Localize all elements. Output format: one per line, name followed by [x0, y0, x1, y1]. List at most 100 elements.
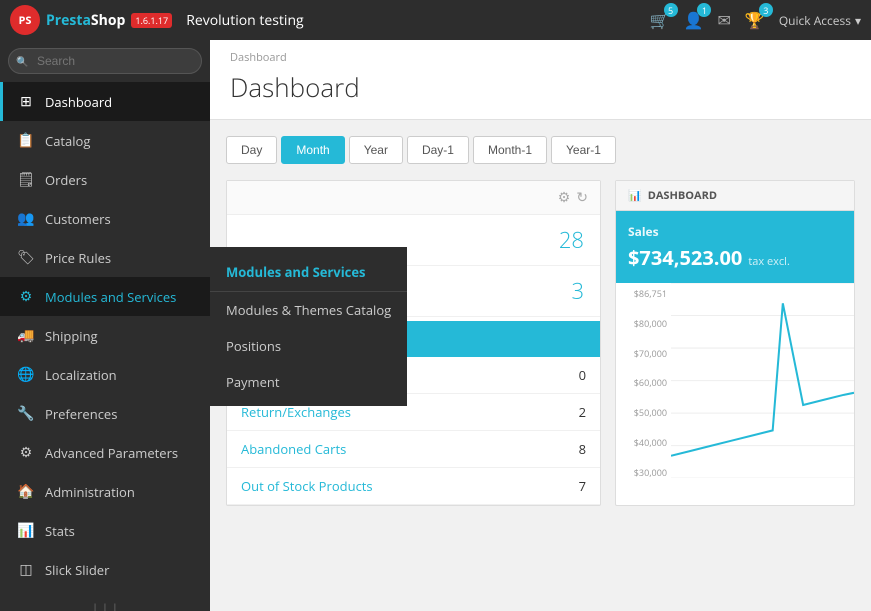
catalog-icon: 📋	[17, 131, 35, 150]
sidebar-item-stats[interactable]: 📊 Stats	[0, 511, 210, 550]
sales-label: Sales	[628, 223, 842, 240]
mail-icon: ✉	[717, 9, 730, 31]
sidebar-item-administration[interactable]: 🏠 Administration	[0, 472, 210, 511]
card-actions: ⚙ ↻	[558, 189, 588, 206]
sidebar-item-label: Catalog	[45, 132, 90, 150]
page-title: Dashboard	[230, 69, 851, 105]
y-label-3: $60,000	[620, 376, 667, 389]
pending-returns-count: 2	[579, 403, 586, 421]
tab-month-minus1[interactable]: Month-1	[473, 136, 547, 164]
y-label-1: $80,000	[620, 317, 667, 330]
breadcrumb: Dashboard	[230, 50, 851, 65]
pending-orders-count: 0	[579, 366, 586, 384]
logo-text: PrestaShop	[46, 11, 125, 30]
cart-icon-badge[interactable]: 🛒 5	[650, 9, 670, 31]
date-tabs: Day Month Year Day-1 Month-1 Year-1	[226, 136, 855, 164]
sidebar-item-label: Stats	[45, 522, 75, 540]
sidebar-item-label: Preferences	[45, 405, 117, 423]
y-label-0: $86,751	[620, 287, 667, 300]
sales-amount-box: Sales $734,523.00 tax excl.	[616, 211, 854, 283]
sidebar-item-label: Price Rules	[45, 249, 111, 267]
chevron-down-icon: ▾	[855, 12, 861, 29]
pending-stock-count: 7	[579, 477, 586, 495]
gear-button[interactable]: ⚙	[558, 189, 571, 206]
sidebar-item-label: Localization	[45, 366, 117, 384]
y-label-5: $40,000	[620, 436, 667, 449]
nav-icons: 🛒 5 👤 1 ✉ 🏆 3 Quick Access ▾	[650, 9, 861, 31]
sidebar-item-modules[interactable]: ⚙ Modules and Services	[0, 277, 210, 316]
logo: PS PrestaShop 1.6.1.17 Revolution testin…	[10, 5, 304, 35]
sidebar-item-localization[interactable]: 🌐 Localization	[0, 355, 210, 394]
tab-day-minus1[interactable]: Day-1	[407, 136, 469, 164]
sidebar-item-label: Customers	[45, 210, 111, 228]
refresh-button[interactable]: ↻	[576, 189, 588, 206]
sidebar-footer: |||	[0, 589, 210, 611]
sidebar-item-catalog[interactable]: 📋 Catalog	[0, 121, 210, 160]
sidebar-item-dashboard[interactable]: ⊞ Dashboard	[0, 82, 210, 121]
tab-day[interactable]: Day	[226, 136, 277, 164]
sales-amount: $734,523.00	[628, 244, 742, 271]
pending-row-stock: Out of Stock Products 7	[227, 468, 600, 505]
tax-excl-label: tax excl.	[748, 254, 790, 269]
submenu-item-positions[interactable]: Positions	[210, 328, 407, 364]
content-header: Dashboard Dashboard	[210, 40, 871, 120]
tab-month[interactable]: Month	[281, 136, 344, 164]
sidebar-item-price-rules[interactable]: 🏷 Price Rules	[0, 238, 210, 277]
preferences-icon: 🔧	[17, 404, 35, 423]
pending-carts-count: 8	[579, 440, 586, 458]
store-name: Revolution testing	[186, 11, 303, 30]
sidebar-item-shipping[interactable]: 🚚 Shipping	[0, 316, 210, 355]
pending-carts-link[interactable]: Abandoned Carts	[241, 440, 346, 458]
trophy-count: 3	[759, 3, 773, 17]
version-badge: 1.6.1.17	[131, 13, 172, 28]
main-layout: ⊞ Dashboard 📋 Catalog 🗒 Orders 👥 Custome…	[0, 40, 871, 611]
y-label-6: $30,000	[620, 466, 667, 479]
customers-icon: 👥	[17, 209, 35, 228]
trophy-icon-badge[interactable]: 🏆 3	[745, 9, 765, 31]
pending-stock-link[interactable]: Out of Stock Products	[241, 477, 373, 495]
submenu-item-payment[interactable]: Payment	[210, 364, 407, 400]
tab-year-minus1[interactable]: Year-1	[551, 136, 616, 164]
sidebar-footer-icon: |||	[90, 599, 120, 611]
sidebar-item-orders[interactable]: 🗒 Orders	[0, 160, 210, 199]
customer-icon-badge[interactable]: 👤 1	[684, 9, 704, 31]
pending-row-carts: Abandoned Carts 8	[227, 431, 600, 468]
administration-icon: 🏠	[17, 482, 35, 501]
y-label-2: $70,000	[620, 347, 667, 360]
customer-count: 1	[697, 3, 711, 17]
sidebar-item-preferences[interactable]: 🔧 Preferences	[0, 394, 210, 433]
logo-icon: PS	[10, 5, 40, 35]
submenu-item-modules-catalog[interactable]: Modules & Themes Catalog	[210, 292, 407, 328]
card-header: ⚙ ↻	[227, 181, 600, 215]
tab-year[interactable]: Year	[349, 136, 403, 164]
sidebar-item-label: Modules and Services	[45, 288, 176, 306]
modules-icon: ⚙	[17, 287, 35, 306]
bar-chart-icon: 📊	[628, 188, 642, 203]
dashboard-icon: ⊞	[17, 92, 35, 111]
submenu-title: Modules and Services	[210, 253, 407, 292]
chart-area: $86,751 $80,000 $70,000 $60,000 $50,000 …	[616, 283, 854, 483]
y-label-4: $50,000	[620, 406, 667, 419]
search-container	[0, 40, 210, 82]
carts-value: 3	[571, 276, 584, 306]
sales-widget-header: 📊 DASHBOARD	[616, 181, 854, 211]
slick-icon: ◫	[17, 560, 35, 579]
cart-count: 5	[664, 3, 678, 17]
chart-yaxis: $86,751 $80,000 $70,000 $60,000 $50,000 …	[616, 283, 671, 483]
sidebar-item-advanced[interactable]: ⚙ Advanced Parameters	[0, 433, 210, 472]
quick-access-label: Quick Access	[779, 12, 851, 29]
localization-icon: 🌐	[17, 365, 35, 384]
sidebar-item-label: Slick Slider	[45, 561, 109, 579]
sidebar-item-label: Administration	[45, 483, 135, 501]
mail-icon-badge[interactable]: ✉	[717, 9, 730, 31]
sales-widget-title: DASHBOARD	[648, 188, 717, 203]
search-input[interactable]	[8, 48, 202, 74]
price-rules-icon: 🏷	[17, 248, 35, 267]
sidebar-item-slick[interactable]: ◫ Slick Slider	[0, 550, 210, 589]
sales-widget-card: 📊 DASHBOARD Sales $734,523.00 tax excl.	[615, 180, 855, 506]
sidebar-item-customers[interactable]: 👥 Customers	[0, 199, 210, 238]
top-nav: PS PrestaShop 1.6.1.17 Revolution testin…	[0, 0, 871, 40]
quick-access-menu[interactable]: Quick Access ▾	[779, 12, 861, 29]
sidebar-item-label: Dashboard	[45, 93, 112, 111]
orders-icon: 🗒	[17, 170, 35, 189]
